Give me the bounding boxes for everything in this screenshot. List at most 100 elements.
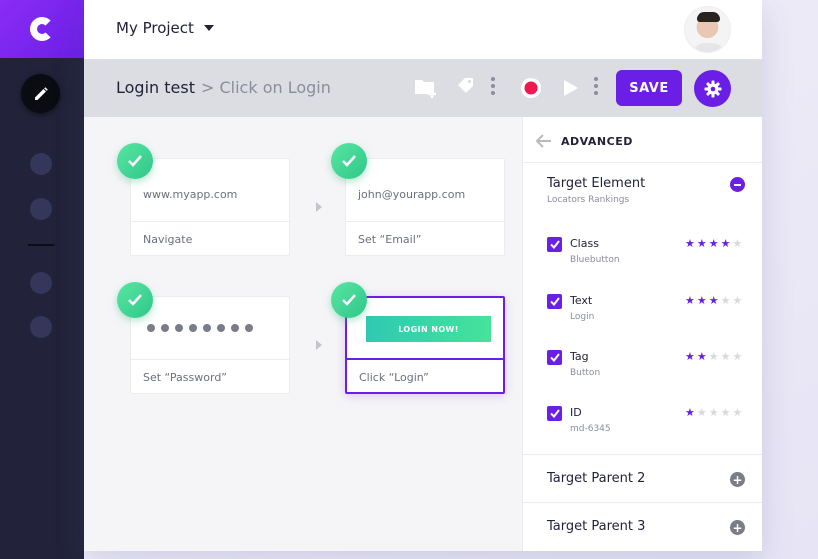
star-icon: ★ (696, 350, 707, 363)
star-icon: ★ (696, 294, 707, 307)
breadcrumb-sub: > Click on Login (200, 78, 331, 97)
more-options-button-2[interactable] (593, 76, 599, 96)
locator-row[interactable]: Text Login ★ ★ ★ ★ ★ (547, 294, 747, 330)
locator-name: Text (570, 294, 593, 307)
play-button[interactable] (563, 79, 579, 97)
sidebar-item[interactable] (30, 316, 52, 338)
sidebar-item[interactable] (30, 153, 52, 175)
step-arrow-icon (316, 202, 322, 212)
rating-stars: ★ ★ ★ ★ ★ (685, 407, 742, 418)
step-card-active[interactable]: LOGIN NOW! Click “Login” (345, 296, 505, 394)
logo-c-icon (30, 17, 54, 41)
password-mask (147, 324, 253, 332)
step-value: john@yourapp.com (358, 188, 466, 201)
advanced-panel: ADVANCED Target Element Locators Ranking… (522, 117, 762, 551)
tag-icon (458, 78, 473, 93)
star-icon: ★ (720, 294, 731, 307)
star-icon: ★ (685, 406, 695, 419)
step-divider (346, 221, 504, 222)
checkbox[interactable] (547, 406, 562, 421)
breadcrumb: Login test > Click on Login (116, 78, 331, 97)
checkbox[interactable] (547, 237, 562, 252)
project-selector[interactable]: My Project (116, 19, 214, 37)
step-label: Set “Email” (358, 233, 422, 246)
plus-icon[interactable]: + (730, 472, 745, 487)
page-title: Login test (116, 78, 195, 97)
check-icon (342, 294, 356, 306)
section-target-parent-2[interactable]: Target Parent 2 + (523, 454, 762, 502)
section-target-parent-3[interactable]: Target Parent 3 + (523, 502, 762, 550)
more-options-button[interactable] (490, 76, 496, 96)
step-arrow-icon (316, 340, 322, 350)
star-icon: ★ (685, 350, 695, 363)
avatar-hair (697, 12, 720, 22)
panel-header: ADVANCED (523, 117, 762, 163)
sidebar-item[interactable] (30, 272, 52, 294)
step-card[interactable]: john@yourapp.com Set “Email” (345, 158, 505, 256)
check-icon (549, 409, 560, 418)
locator-name: Tag (570, 350, 589, 363)
star-icon: ★ (732, 237, 743, 250)
collapse-button[interactable] (730, 177, 745, 192)
star-icon: ★ (708, 406, 719, 419)
step-label: Set “Password” (143, 371, 227, 384)
star-icon: ★ (720, 350, 731, 363)
step-card[interactable]: Set “Password” (130, 296, 290, 394)
check-icon (549, 353, 560, 362)
avatar-shirt (691, 43, 726, 52)
step-status-badge (331, 282, 367, 318)
gear-icon (704, 80, 721, 97)
star-icon: ★ (732, 406, 743, 419)
check-icon (342, 155, 356, 167)
step-value: www.myapp.com (143, 188, 238, 201)
step-card[interactable]: www.myapp.com Navigate (130, 158, 290, 256)
locator-row[interactable]: Class Bluebutton ★ ★ ★ ★ ★ (547, 237, 747, 273)
star-icon: ★ (732, 294, 743, 307)
add-folder-button[interactable] (413, 76, 439, 100)
project-name: My Project (116, 19, 194, 37)
section-label: Target Parent 3 (547, 519, 646, 534)
locator-name: Class (570, 237, 599, 250)
save-button[interactable]: SAVE (616, 70, 682, 106)
folder-add-icon (415, 80, 436, 98)
caret-down-icon (203, 25, 214, 31)
check-icon (128, 155, 142, 167)
settings-button[interactable] (694, 70, 731, 107)
check-icon (549, 297, 560, 306)
locator-value: Bluebutton (570, 255, 620, 265)
app-window: My Project Login test > Click on Login S… (84, 0, 762, 551)
more-vertical-icon (491, 77, 495, 95)
checkbox[interactable] (547, 350, 562, 365)
plus-icon[interactable]: + (730, 520, 745, 535)
locator-row[interactable]: ID md-6345 ★ ★ ★ ★ ★ (547, 406, 747, 442)
star-icon: ★ (720, 406, 731, 419)
avatar[interactable] (684, 6, 731, 53)
edit-button[interactable] (21, 74, 60, 113)
locator-row[interactable]: Tag Button ★ ★ ★ ★ ★ (547, 350, 747, 386)
locator-value: Login (570, 312, 595, 322)
star-icon: ★ (732, 350, 743, 363)
step-divider (347, 358, 503, 360)
more-vertical-icon (594, 77, 598, 95)
step-status-badge (117, 282, 153, 318)
arrow-left-icon[interactable] (536, 134, 552, 148)
star-icon: ★ (696, 406, 707, 419)
locator-name: ID (570, 406, 582, 419)
section-label: Target Parent 2 (547, 471, 646, 486)
rating-stars: ★ ★ ★ ★ ★ (685, 351, 742, 362)
locator-value: Button (570, 368, 601, 378)
checkbox[interactable] (547, 294, 562, 309)
sidebar-divider (28, 244, 54, 246)
sidebar (0, 0, 84, 559)
record-button[interactable] (520, 77, 542, 99)
toolbar: Login test > Click on Login SAVE (84, 59, 762, 117)
star-icon: ★ (685, 294, 695, 307)
play-icon (564, 80, 578, 96)
pencil-icon (34, 86, 48, 100)
section-title: Target Element (547, 176, 646, 191)
star-icon: ★ (708, 237, 719, 250)
sidebar-item[interactable] (30, 198, 52, 220)
star-icon: ★ (708, 294, 719, 307)
tag-button[interactable] (456, 76, 476, 96)
app-logo[interactable] (0, 0, 84, 58)
